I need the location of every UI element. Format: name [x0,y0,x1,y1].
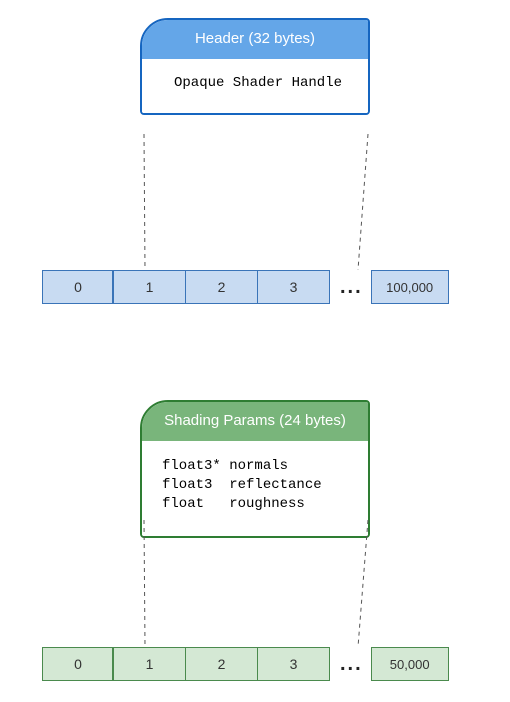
ellipsis-icon: ... [330,653,371,676]
params-diagram: Shading Params (24 bytes) float3* normal… [0,390,510,700]
array-cell: 3 [258,647,330,681]
array-cell: 2 [186,647,258,681]
ellipsis-icon: ... [330,276,371,299]
params-callout-body: float3* normals float3 reflectance float… [142,441,368,536]
array-cell: 0 [42,270,114,304]
params-callout: Shading Params (24 bytes) float3* normal… [140,400,370,538]
array-cell: 1 [114,270,186,304]
array-cell: 2 [186,270,258,304]
params-array: 0 1 2 3 ... 50,000 [42,647,449,681]
array-cell: 3 [258,270,330,304]
array-last-cell: 50,000 [371,647,449,681]
header-array: 0 1 2 3 ... 100,000 [42,270,449,304]
header-callout-title: Header (32 bytes) [142,20,368,59]
array-cell: 1 [114,647,186,681]
array-last-cell: 100,000 [371,270,449,304]
header-callout-body: Opaque Shader Handle [142,59,368,113]
array-cell: 0 [42,647,114,681]
header-diagram: Header (32 bytes) Opaque Shader Handle 0… [0,0,510,330]
header-callout: Header (32 bytes) Opaque Shader Handle [140,18,370,115]
params-callout-title: Shading Params (24 bytes) [142,402,368,441]
